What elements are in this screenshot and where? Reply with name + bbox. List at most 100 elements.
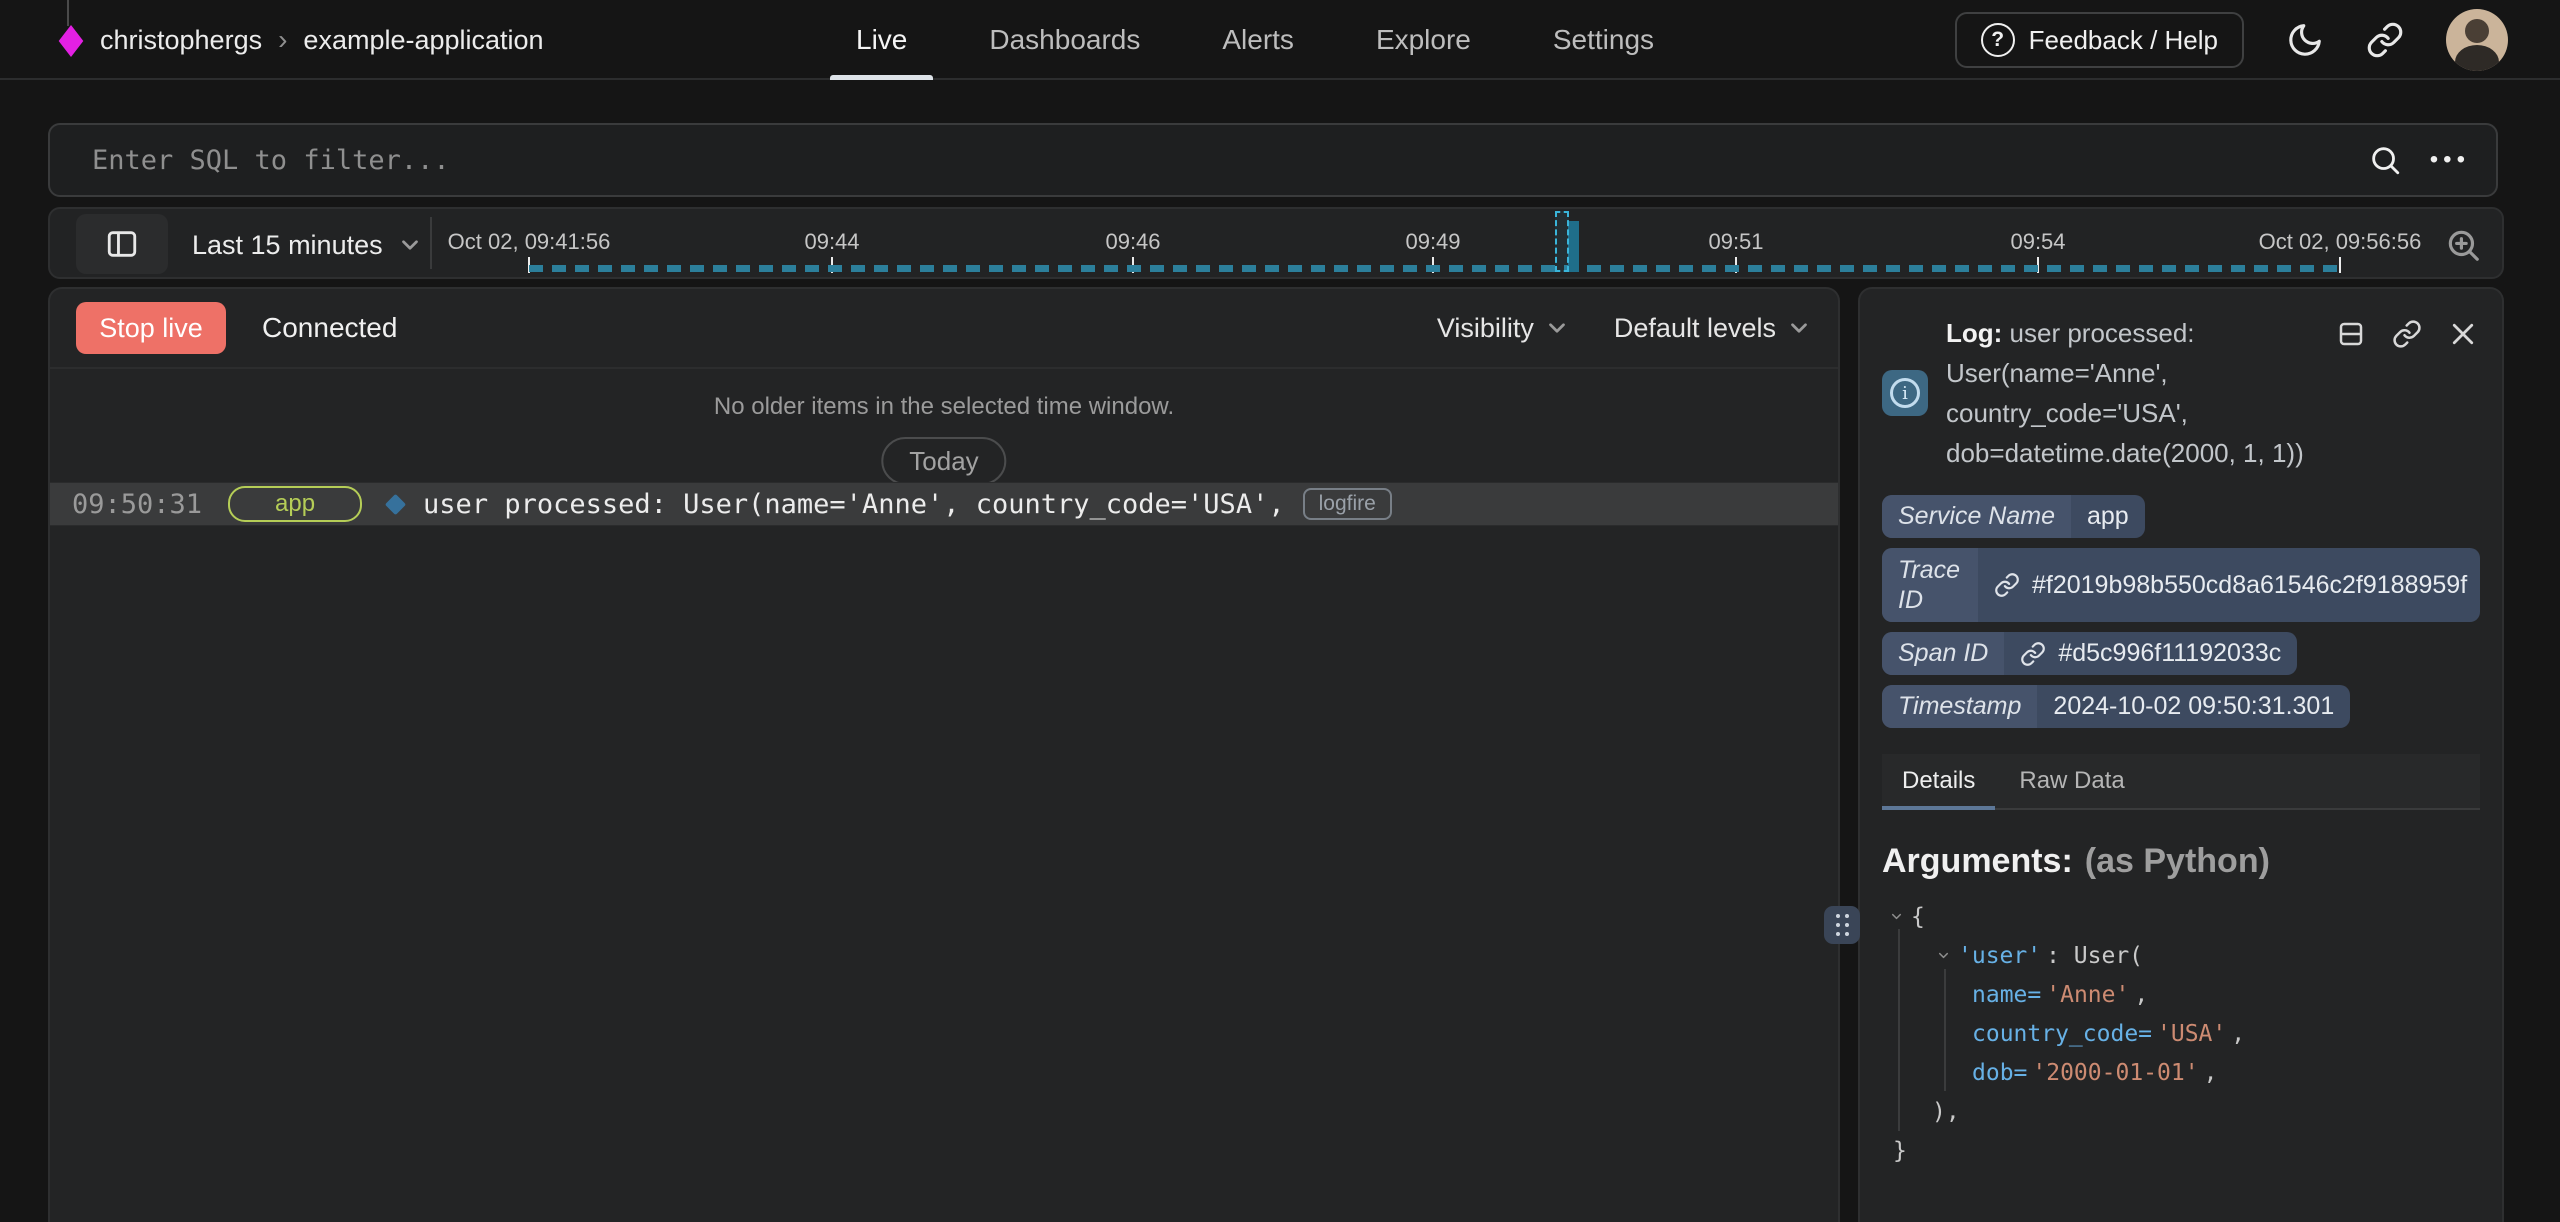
code-line: {	[1882, 897, 2480, 936]
timeline-tick-label: 09:49	[1405, 229, 1460, 255]
copy-link-icon[interactable]	[2392, 319, 2422, 349]
attribute-value-text: #d5c996f11192033c	[2058, 639, 2281, 668]
code-token: ,	[2134, 982, 2148, 1008]
breadcrumb: christophergs › example-application	[100, 0, 544, 80]
link-icon[interactable]	[1994, 572, 2020, 598]
code-token: 'user'	[1958, 943, 2041, 969]
attribute-label: Span ID	[1882, 632, 2004, 675]
timeline-tick-label: 09:54	[2010, 229, 2065, 255]
feedback-help-button[interactable]: ? Feedback / Help	[1955, 12, 2244, 68]
attribute-label: Timestamp	[1882, 685, 2037, 728]
nav-tab-live[interactable]: Live	[856, 0, 907, 80]
nav-tab-label: Explore	[1376, 24, 1471, 56]
search-icon[interactable]	[2368, 143, 2402, 177]
attribute-value-text: 2024-10-02 09:50:31.301	[2053, 692, 2334, 721]
attribute-value: 2024-10-02 09:50:31.301	[2037, 685, 2350, 728]
live-panel-header: Stop live Connected Visibility Default l…	[50, 289, 1838, 369]
details-tab-details[interactable]: Details	[1902, 754, 1975, 808]
details-tab-raw-data[interactable]: Raw Data	[2019, 754, 2124, 808]
code-token: {	[1911, 904, 1925, 930]
sql-filter-bar[interactable]: Enter SQL to filter... •••	[48, 123, 2498, 197]
app-window: christophergs › example-application Live…	[0, 0, 2560, 1222]
filter-bar-icons: •••	[2368, 143, 2470, 177]
live-log-panel: Stop live Connected Visibility Default l…	[48, 287, 1840, 1222]
attribute-value: #d5c996f11192033c	[2004, 632, 2297, 675]
feedback-help-label: Feedback / Help	[2029, 25, 2218, 56]
visibility-dropdown[interactable]: Visibility	[1437, 313, 1570, 344]
nav-tab-explore[interactable]: Explore	[1376, 0, 1471, 80]
today-pill[interactable]: Today	[881, 437, 1006, 485]
nav-tabs: Live Dashboards Alerts Explore Settings	[856, 0, 1654, 80]
arguments-mode-text: (as Python)	[2085, 842, 2270, 880]
breadcrumb-project[interactable]: example-application	[303, 25, 543, 56]
collapse-chevron-icon[interactable]	[1889, 909, 1911, 924]
chevron-down-icon	[1786, 315, 1812, 341]
code-token: : User(	[2046, 943, 2143, 969]
code-token: 'USA'	[2157, 1021, 2226, 1047]
nav-tab-label: Alerts	[1222, 24, 1294, 56]
user-avatar[interactable]	[2446, 9, 2508, 71]
code-token: }	[1893, 1138, 1907, 1164]
timeline-histogram-bar	[1568, 221, 1579, 272]
breadcrumb-separator: ›	[278, 24, 287, 56]
log-row[interactable]: 09:50:31 app user processed: User(name='…	[50, 482, 1838, 526]
stop-live-button[interactable]: Stop live	[76, 302, 226, 354]
dark-mode-moon-icon[interactable]	[2286, 21, 2324, 59]
connection-status: Connected	[262, 312, 397, 344]
timeline-histogram-baseline	[529, 265, 2342, 272]
dock-panel-icon[interactable]	[2336, 319, 2366, 349]
code-line: ),	[1882, 1092, 2480, 1131]
empty-window-message: No older items in the selected time wind…	[50, 393, 1838, 421]
toggle-sidebar-button[interactable]	[76, 214, 168, 274]
zoom-in-icon[interactable]	[2444, 226, 2482, 264]
collapse-chevron-icon[interactable]	[1936, 948, 1958, 963]
log-message: user processed: User(name='Anne', countr…	[423, 489, 1285, 520]
indent-guide	[1898, 929, 1900, 1131]
details-tabs: Details Raw Data	[1882, 754, 2480, 810]
top-nav: christophergs › example-application Live…	[0, 0, 2560, 80]
attribute-badge-span-id[interactable]: Span ID #d5c996f11192033c	[1882, 632, 2297, 675]
code-line: }	[1882, 1131, 2480, 1170]
attribute-badge-service-name[interactable]: Service Nameapp	[1882, 495, 2145, 538]
code-line: country_code='USA',	[1882, 1014, 2480, 1053]
default-levels-dropdown[interactable]: Default levels	[1614, 313, 1812, 344]
code-token: ,	[2231, 1021, 2245, 1047]
indent-guide	[1944, 969, 1946, 1091]
timeline-tick-label: 09:44	[804, 229, 859, 255]
code-line: name='Anne',	[1882, 975, 2480, 1014]
service-badge: app	[228, 486, 362, 522]
more-options-icon[interactable]: •••	[2430, 146, 2470, 174]
nav-tab-dashboards[interactable]: Dashboards	[989, 0, 1140, 80]
code-token: ,	[2204, 1060, 2218, 1086]
timeline-tick-label: Oct 02, 09:41:56	[448, 229, 611, 255]
time-range-label: Last 15 minutes	[192, 230, 383, 261]
details-panel-actions	[2336, 319, 2478, 349]
attribute-badge-timestamp[interactable]: Timestamp 2024-10-02 09:50:31.301	[1882, 685, 2350, 728]
timeline-selected-bar[interactable]	[1555, 211, 1569, 272]
attribute-label: Service Name	[1882, 495, 2071, 538]
divider	[430, 217, 432, 269]
nav-tab-alerts[interactable]: Alerts	[1222, 0, 1294, 80]
code-line: dob='2000-01-01',	[1882, 1053, 2480, 1092]
link-icon[interactable]	[2020, 641, 2046, 667]
anchor-tick	[67, 0, 69, 26]
sql-filter-input[interactable]: Enter SQL to filter...	[92, 145, 2368, 176]
panel-resize-handle[interactable]	[1824, 906, 1860, 944]
code-token: ),	[1932, 1099, 1960, 1125]
log-time: 09:50:31	[72, 489, 202, 520]
nav-tab-settings[interactable]: Settings	[1553, 0, 1654, 80]
code-token: 'Anne'	[2046, 982, 2129, 1008]
logfire-diamond-icon[interactable]	[58, 25, 84, 57]
code-block: {'user': User(name='Anne',country_code='…	[1882, 897, 2480, 1170]
code-token: country_code=	[1972, 1021, 2152, 1047]
chevron-down-icon	[1544, 315, 1570, 341]
nav-right-controls: ? Feedback / Help	[1955, 0, 2508, 80]
nav-tab-label: Settings	[1553, 24, 1654, 56]
close-icon[interactable]	[2448, 319, 2478, 349]
time-range-dropdown[interactable]: Last 15 minutes	[192, 209, 423, 281]
share-link-icon[interactable]	[2366, 21, 2404, 59]
nav-tab-label: Live	[856, 24, 907, 56]
breadcrumb-org[interactable]: christophergs	[100, 25, 262, 56]
attribute-badge-trace-id[interactable]: Trace ID#f2019b98b550cd8a61546c2f9188959…	[1882, 548, 2480, 622]
avatar-figure-body	[2455, 45, 2499, 71]
